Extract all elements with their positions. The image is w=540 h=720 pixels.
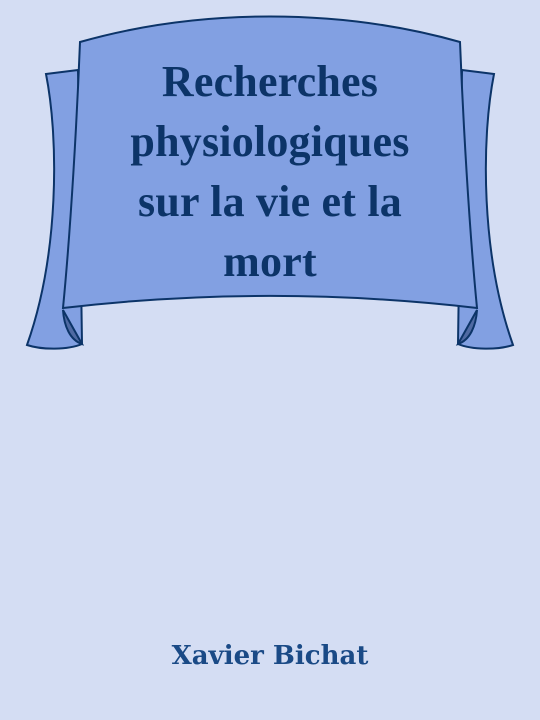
title-line-2: physiologiques (130, 117, 410, 166)
title-line-3: sur la vie et la (138, 177, 402, 226)
book-title: Recherches physiologiques sur la vie et … (90, 52, 450, 292)
book-author: Xavier Bichat (171, 641, 369, 671)
title-line-1: Recherches (161, 57, 379, 106)
book-cover: Recherches physiologiques sur la vie et … (0, 0, 540, 720)
title-line-4: mort (223, 237, 317, 286)
